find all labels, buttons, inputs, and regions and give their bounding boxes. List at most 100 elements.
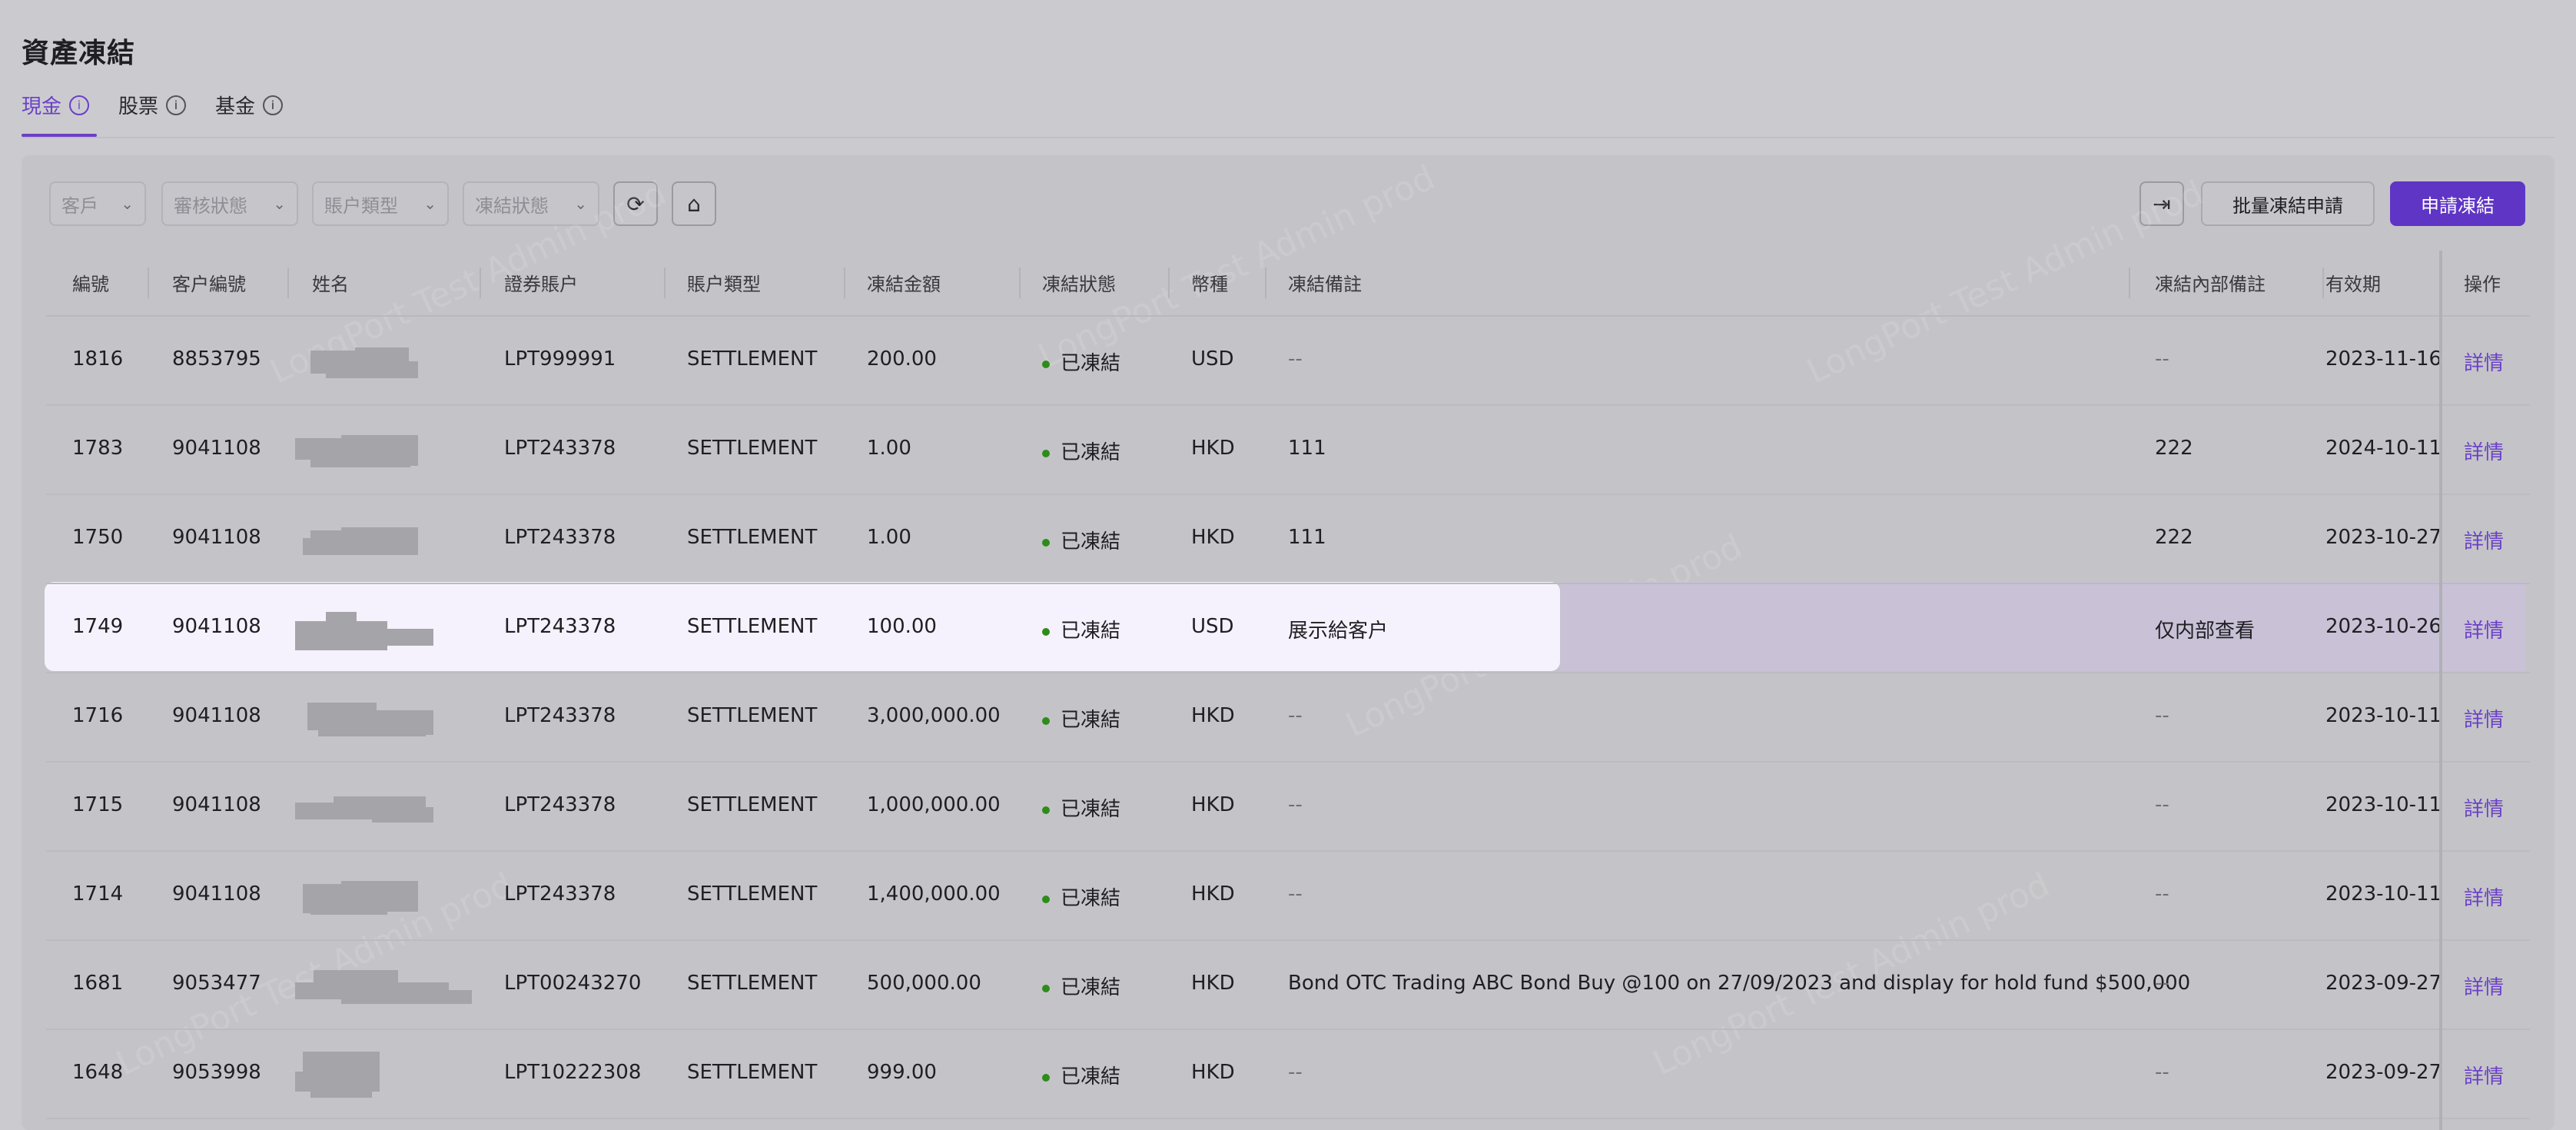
column-divider: [2322, 268, 2324, 298]
status-dot-icon: [1042, 716, 1050, 725]
cell-amount: 1,000,000.00: [867, 793, 1001, 816]
cell-id: 1750: [72, 526, 124, 549]
cell-remark: 111: [1288, 526, 1326, 549]
details-link[interactable]: 詳情: [2464, 882, 2504, 911]
cell-remark: --: [1288, 1061, 1303, 1084]
masked-name: [295, 962, 472, 1005]
customer-filter[interactable]: 客戶 ⌄: [49, 181, 146, 226]
review-status-filter-label: 審核狀態: [174, 194, 247, 217]
cell-status: 已凍結: [1042, 615, 1120, 643]
cell-expiry: 2023-10-26: [2325, 615, 2442, 638]
col-id: 編號: [72, 274, 109, 295]
cell-type: SETTLEMENT: [687, 1061, 818, 1084]
cell-status: 已凍結: [1042, 793, 1120, 822]
cell-status: 已凍結: [1042, 437, 1120, 465]
cell-id: 1749: [72, 615, 124, 638]
cell-expiry: 2023-10-27: [2325, 526, 2442, 549]
cell-remark: 111: [1288, 437, 1326, 460]
details-link[interactable]: 詳情: [2464, 793, 2504, 822]
cell-internal: --: [2155, 347, 2169, 371]
cell-acct: LPT243378: [504, 793, 616, 816]
details-link[interactable]: 詳情: [2464, 615, 2504, 643]
status-dot-icon: [1042, 984, 1050, 992]
table-row: 1750 9041108 LPT243378 SETTLEMENT 1.00 已凍結 HKD…: [46, 494, 2530, 584]
cell-internal: --: [2155, 793, 2169, 816]
cell-currency: HKD: [1191, 437, 1235, 460]
tab-cash[interactable]: 現金 i: [22, 91, 90, 119]
batch-freeze-button[interactable]: 批量凍結申請: [2201, 181, 2375, 226]
tab-stocks[interactable]: 股票 i: [118, 91, 187, 119]
col-currency: 幣種: [1191, 274, 1228, 295]
column-divider: [1265, 268, 1266, 298]
cell-currency: HKD: [1191, 882, 1235, 906]
details-link[interactable]: 詳情: [2464, 437, 2504, 465]
review-status-filter[interactable]: 審核狀態 ⌄: [161, 181, 298, 226]
table-row: 1816 8853795 LPT999991 SETTLEMENT 200.00 已凍結 U…: [46, 315, 2530, 406]
cell-amount: 3,000,000.00: [867, 704, 1001, 727]
info-icon[interactable]: i: [69, 95, 90, 115]
table-row: 1716 9041108 LPT243378 SETTLEMENT 3,000,000.…: [46, 672, 2530, 763]
cell-status: 已凍結: [1042, 526, 1120, 554]
cell-status: 已凍結: [1042, 1061, 1120, 1089]
active-tab-indicator: [22, 134, 97, 137]
page-title: 資產凍結: [22, 38, 136, 69]
details-link[interactable]: 詳情: [2464, 526, 2504, 554]
info-icon[interactable]: i: [166, 95, 187, 115]
cell-currency: USD: [1191, 347, 1234, 371]
tab-label: 股票: [118, 95, 159, 118]
cell-id: 1714: [72, 882, 124, 906]
col-remark: 凍結備註: [1288, 274, 1362, 295]
cell-remark: Bond OTC Trading ABC Bond Buy @100 on 27…: [1288, 972, 2191, 995]
cell-currency: HKD: [1191, 793, 1235, 816]
cell-remark: 展示給客户: [1288, 620, 1389, 643]
table-row: 1715 9041108 LPT243378 SETTLEMENT 1,000,000.…: [46, 761, 2530, 852]
cell-acct: LPT243378: [504, 615, 616, 638]
cell-internal: 222: [2155, 526, 2193, 549]
col-customer-id: 客户編號: [172, 274, 246, 295]
cell-internal: 222: [2155, 437, 2193, 460]
apply-freeze-button[interactable]: 申請凍結: [2390, 181, 2525, 226]
tab-bar: 現金 i 股票 i 基金 i: [22, 77, 2554, 138]
info-icon[interactable]: i: [263, 95, 284, 115]
customer-filter-label: 客戶: [61, 194, 98, 217]
status-dot-icon: [1042, 538, 1050, 547]
account-type-filter[interactable]: 賬户類型 ⌄: [312, 181, 449, 226]
tab-label: 現金: [22, 95, 62, 118]
cell-type: SETTLEMENT: [687, 793, 818, 816]
cell-internal: --: [2155, 972, 2169, 995]
cell-acct: LPT243378: [504, 526, 616, 549]
cell-remark: --: [1288, 793, 1303, 816]
status-text: 已凍結: [1061, 620, 1121, 643]
cell-expiry: 2023-09-27: [2325, 1061, 2442, 1084]
details-link[interactable]: 詳情: [2464, 704, 2504, 733]
cell-expiry: 2023-11-16: [2325, 347, 2442, 371]
chevron-down-icon: ⌄: [121, 194, 134, 213]
masked-name: [295, 517, 433, 560]
cell-amount: 500,000.00: [867, 972, 981, 995]
status-text: 已凍結: [1061, 709, 1121, 732]
details-link[interactable]: 詳情: [2464, 347, 2504, 376]
masked-name: [295, 427, 433, 470]
tab-funds[interactable]: 基金 i: [215, 91, 284, 119]
cell-type: SETTLEMENT: [687, 882, 818, 906]
column-divider: [2129, 268, 2130, 298]
status-dot-icon: [1042, 449, 1050, 457]
column-divider: [287, 268, 289, 298]
cell-type: SETTLEMENT: [687, 526, 818, 549]
clear-filters-button[interactable]: ⌂: [672, 181, 716, 226]
cell-acct: LPT10222308: [504, 1061, 642, 1084]
status-dot-icon: [1042, 806, 1050, 814]
details-link[interactable]: 詳情: [2464, 1061, 2504, 1089]
status-text: 已凍結: [1061, 441, 1121, 464]
details-link[interactable]: 詳情: [2464, 972, 2504, 1000]
freeze-status-filter-label: 凍結狀態: [475, 194, 549, 217]
col-account-type: 賬户類型: [687, 274, 761, 295]
cell-amount: 999.00: [867, 1061, 937, 1084]
status-dot-icon: [1042, 895, 1050, 903]
status-dot-icon: [1042, 627, 1050, 636]
cell-amount: 200.00: [867, 347, 937, 371]
cell-amount: 1.00: [867, 437, 911, 460]
cell-remark: --: [1288, 882, 1303, 906]
cell-status: 已凍結: [1042, 972, 1120, 1000]
cell-currency: USD: [1191, 615, 1234, 638]
